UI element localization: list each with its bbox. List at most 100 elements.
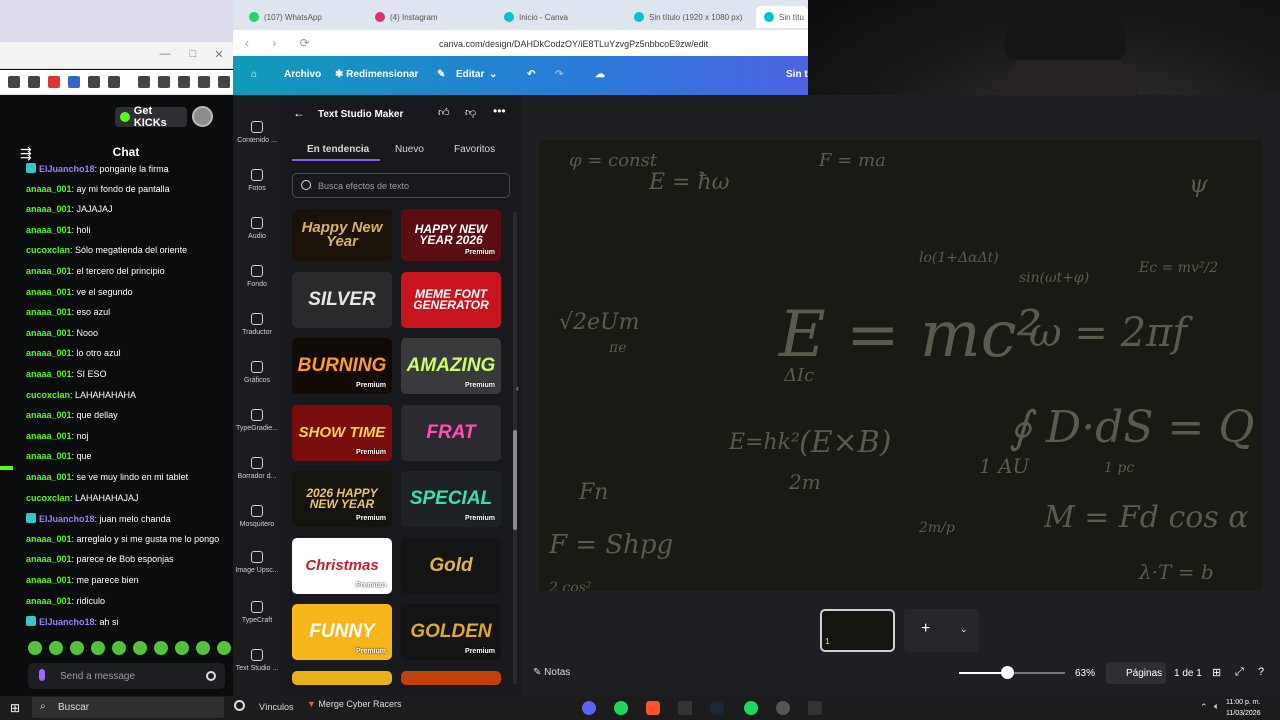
obs-icon[interactable]	[776, 701, 790, 715]
text-effect-tile[interactable]: SPECIAL Premium	[401, 471, 501, 527]
design-title[interactable]: Sin t	[786, 69, 808, 80]
text-effect-tile[interactable]: SILVER	[292, 272, 392, 328]
text-effect-tile[interactable]: Gold	[401, 538, 501, 594]
url-field[interactable]: canva.com/design/DAHDkCodzOY/iE8TLuYzvgP…	[439, 39, 708, 49]
browser-tab[interactable]: (107) WhatsApp	[241, 6, 367, 28]
extension-icon[interactable]	[158, 76, 170, 88]
emoji-icon[interactable]	[206, 671, 216, 681]
volume-icon[interactable]: 🔈︎	[1214, 701, 1219, 712]
undo-icon[interactable]: ↶	[527, 69, 535, 80]
side-nav-item[interactable]: Borrador d...	[233, 457, 281, 480]
emote-icon[interactable]	[49, 641, 63, 655]
notes-button[interactable]: ✎ Notas	[533, 667, 570, 678]
design-canvas[interactable]: E = mc² ω = 2πf ∮ D·dS = Q F = ma 1 AU 1 pc M …	[539, 140, 1262, 591]
text-effect-tile[interactable]: SHOW TIME Premium	[292, 405, 392, 461]
chat-username[interactable]: anaaa_001	[26, 204, 72, 214]
tab-en-tendencia[interactable]: En tendencia	[307, 144, 369, 155]
emote-icon[interactable]	[28, 641, 42, 655]
text-effect-tile[interactable]: Happy New Year	[292, 209, 392, 261]
text-effect-tile[interactable]: HAPPY NEW YEAR 2026 Premium	[401, 209, 501, 261]
chat-username[interactable]: anaaa_001	[26, 369, 72, 379]
tab-nuevo[interactable]: Nuevo	[395, 144, 424, 155]
side-nav-item[interactable]: Mosquitero	[233, 505, 281, 528]
archivo-menu[interactable]: Archivo	[284, 69, 321, 80]
add-page-button[interactable]: + ⌄	[904, 609, 979, 652]
side-nav-item[interactable]: Contenido ...	[233, 121, 281, 144]
side-nav-item[interactable]: TypeGradie...	[233, 409, 281, 432]
close-icon[interactable]: ✕	[212, 48, 226, 62]
chevron-down-icon[interactable]: ⌄	[489, 69, 497, 80]
page-thumbnail[interactable]	[820, 609, 895, 652]
menu-icon[interactable]	[218, 76, 230, 88]
chat-username[interactable]: anaaa_001	[26, 575, 72, 585]
chat-username[interactable]: anaaa_001	[26, 287, 72, 297]
chat-username[interactable]: anaaa_001	[26, 596, 72, 606]
side-nav-item[interactable]: Text Studio ...	[233, 649, 281, 672]
chat-username[interactable]: anaaa_001	[26, 225, 72, 235]
thumbs-down-icon[interactable]: 👎︎	[465, 106, 476, 119]
chat-username[interactable]: anaaa_001	[26, 266, 72, 276]
text-effect-tile[interactable]: BURNING Premium	[292, 338, 392, 394]
extension-icon[interactable]	[68, 76, 80, 88]
taskbar-search[interactable]: Buscar	[32, 697, 224, 718]
spotify-icon[interactable]	[614, 701, 628, 715]
editar-menu[interactable]: Editar	[456, 69, 484, 80]
text-effect-tile[interactable]: 2026 HAPPY NEW YEAR Premium	[292, 471, 392, 527]
brave-icon[interactable]	[646, 701, 660, 715]
chat-username[interactable]: anaaa_001	[26, 534, 72, 544]
taskbar-app[interactable]: ▼ Merge Cyber Racers	[307, 699, 401, 709]
fullscreen-icon[interactable]: ⤢	[1235, 666, 1244, 679]
text-effect-tile[interactable]	[292, 671, 392, 685]
text-effect-tile[interactable]: FUNNY Premium	[292, 604, 392, 660]
emote-icon[interactable]	[133, 641, 147, 655]
chat-username[interactable]: anaaa_001	[26, 554, 72, 564]
chat-username[interactable]: anaaa_001	[26, 451, 72, 461]
pages-button[interactable]: Páginas	[1106, 662, 1166, 684]
mic-icon[interactable]	[39, 669, 45, 681]
zoom-slider-knob[interactable]	[1000, 666, 1014, 679]
tab-favoritos[interactable]: Favoritos	[454, 144, 495, 155]
text-effect-tile[interactable]	[401, 671, 501, 685]
chat-username[interactable]: ElJuancho18	[39, 164, 95, 174]
side-nav-item[interactable]: Gráficos	[233, 361, 281, 384]
chat-username[interactable]: anaaa_001	[26, 472, 72, 482]
steam-icon[interactable]	[710, 701, 724, 715]
extension-icon[interactable]	[108, 76, 120, 88]
chat-username[interactable]: anaaa_001	[26, 184, 72, 194]
side-nav-item[interactable]: Image Upsc...	[233, 551, 281, 574]
side-nav-item[interactable]: Traductor	[233, 313, 281, 336]
text-effect-tile[interactable]: GOLDEN Premium	[401, 604, 501, 660]
chat-username[interactable]: anaaa_001	[26, 328, 72, 338]
chat-username[interactable]: ElJuancho18	[39, 514, 95, 524]
more-options-icon[interactable]: •••	[493, 104, 506, 118]
shield-icon[interactable]	[198, 76, 210, 88]
chat-username[interactable]: cucoxclan	[26, 493, 70, 503]
maximize-icon[interactable]: □	[186, 48, 200, 62]
avatar[interactable]	[192, 106, 213, 127]
emote-icon[interactable]	[154, 641, 168, 655]
get-kicks-button[interactable]: Get KICKs	[115, 105, 187, 129]
chat-username[interactable]: anaaa_001	[26, 307, 72, 317]
text-effect-tile[interactable]: Christmas Premium	[292, 538, 392, 594]
extension-icon[interactable]	[8, 76, 20, 88]
emote-icon[interactable]	[196, 641, 210, 655]
nav-buttons[interactable]: ‹ › ⟳	[245, 36, 320, 50]
chat-input[interactable]: Send a message	[28, 663, 225, 689]
emote-icon[interactable]	[112, 641, 126, 655]
home-icon[interactable]: ⌂	[251, 69, 257, 80]
grid-view-icon[interactable]: ⊞	[1212, 666, 1221, 679]
scrollbar-thumb[interactable]	[513, 430, 517, 530]
chat-username[interactable]: anaaa_001	[26, 410, 72, 420]
side-nav-item[interactable]: Audio	[233, 217, 281, 240]
chat-username[interactable]: ElJuancho18	[39, 617, 95, 627]
redimensionar-button[interactable]: ✱ Redimensionar	[335, 69, 418, 80]
redo-icon[interactable]: ↷	[555, 69, 563, 80]
cloud-icon[interactable]: ☁	[595, 69, 605, 80]
windows-start-icon[interactable]: ⊞	[10, 701, 20, 715]
discord-icon[interactable]	[582, 701, 596, 715]
side-nav-item[interactable]: Fotos	[233, 169, 281, 192]
chat-username[interactable]: cucoxclan	[26, 245, 70, 255]
puzzle-icon[interactable]	[88, 76, 100, 88]
minimize-icon[interactable]: —	[158, 48, 172, 62]
sidebar-icon[interactable]	[138, 76, 150, 88]
